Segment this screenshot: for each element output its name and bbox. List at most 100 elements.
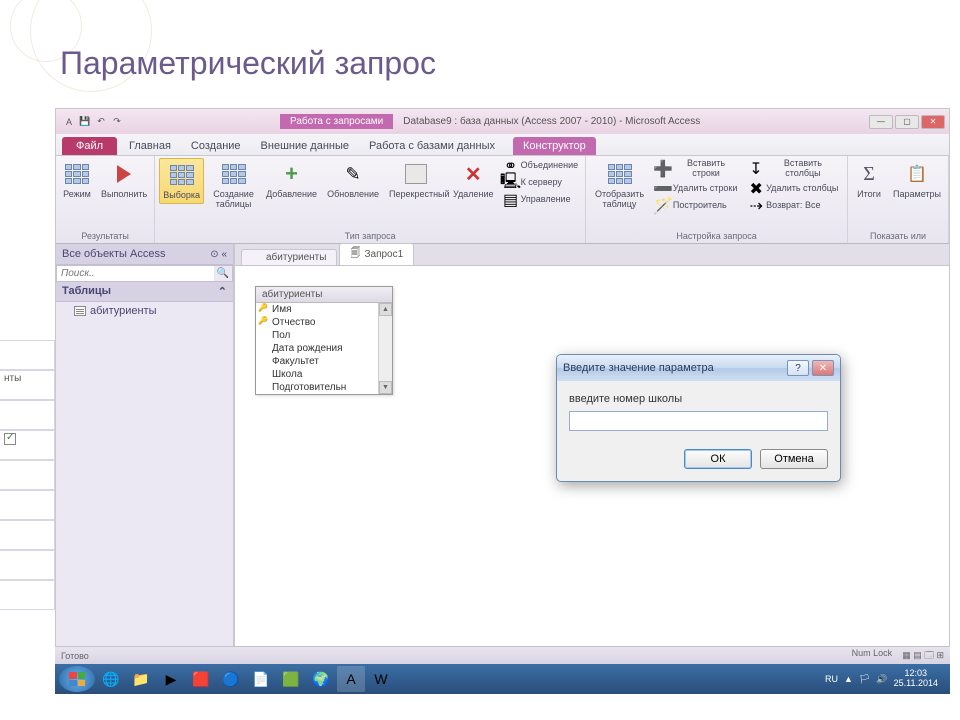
redo-icon[interactable]: ↷	[110, 115, 124, 129]
tab-external[interactable]: Внешние данные	[251, 137, 359, 155]
minimize-icon[interactable]: —	[869, 115, 893, 129]
view-button[interactable]: Режим	[60, 158, 94, 202]
crosstab-button[interactable]: Перекрестный	[386, 158, 446, 202]
windows-icon	[69, 672, 85, 686]
windows-taskbar: 🌐 📁 ▶ 🟥 🔵 📄 🟩 🌍 A W RU ▲ 🏳 🔊 12:03 25.11…	[55, 664, 950, 694]
app3-icon[interactable]: 🟩	[277, 666, 305, 692]
lang-indicator[interactable]: RU	[825, 674, 838, 684]
run-button[interactable]: Выполнить	[98, 158, 150, 202]
media-icon[interactable]: ▶	[157, 666, 185, 692]
delete-query-button[interactable]: ✕ Удаление	[450, 158, 497, 202]
maketable-button[interactable]: Создание таблицы	[208, 158, 259, 212]
insert-row-icon: ➕	[656, 162, 670, 176]
tab-create[interactable]: Создание	[181, 137, 251, 155]
field-row[interactable]: Пол	[256, 329, 392, 342]
scroll-up-icon[interactable]: ▲	[379, 303, 392, 316]
volume-icon[interactable]: 🔊	[876, 674, 887, 685]
navpane-search: 🔍	[56, 265, 233, 282]
chrome-icon[interactable]: 🔵	[217, 666, 245, 692]
word-task-icon[interactable]: W	[367, 666, 395, 692]
quick-access-toolbar: A 💾 ↶ ↷	[56, 115, 130, 129]
field-row[interactable]: Дата рождения	[256, 342, 392, 355]
showtable-button[interactable]: Отобразить таблицу	[590, 158, 649, 212]
delete-col-icon: ✖	[749, 182, 763, 196]
sql-icon: ▤	[504, 193, 518, 207]
tab-dbtools[interactable]: Работа с базами данных	[359, 137, 505, 155]
field-row[interactable]: Школа	[256, 368, 392, 381]
close-icon[interactable]: ✕	[921, 115, 945, 129]
doctab-zapros1[interactable]: 🗐Запрос1	[339, 243, 414, 265]
app-icon[interactable]: 🟥	[187, 666, 215, 692]
scroll-down-icon[interactable]: ▼	[379, 381, 392, 394]
deletecols-button[interactable]: ✖Удалить столбцы	[746, 181, 843, 197]
parameters-button[interactable]: 📋 Параметры	[890, 158, 944, 202]
sigma-icon: Σ	[863, 163, 875, 186]
field-row[interactable]: Отчество	[256, 316, 392, 329]
search-icon[interactable]: 🔍	[214, 266, 232, 281]
totals-button[interactable]: Σ Итоги	[852, 158, 886, 202]
flag-icon[interactable]: 🏳	[859, 674, 870, 685]
group-setup-label: Настройка запроса	[590, 229, 843, 243]
query-icon: 🗐	[350, 246, 360, 263]
dialog-prompt: введите номер школы	[569, 393, 828, 405]
table-fieldlist[interactable]: абитуриенты Имя Отчество Пол Дата рожден…	[255, 286, 393, 395]
view-switcher[interactable]: ▦ ▤ 🗔 ⊞	[902, 648, 944, 664]
crosstab-icon	[405, 164, 427, 184]
group-results-label: Результаты	[60, 229, 150, 243]
tab-home[interactable]: Главная	[119, 137, 181, 155]
dialog-titlebar[interactable]: Введите значение параметра ? ✕	[557, 355, 840, 381]
help-icon[interactable]: ?	[787, 360, 809, 376]
field-row[interactable]: Имя	[256, 303, 392, 316]
delete-row-icon: ➖	[656, 182, 670, 196]
access-window: A 💾 ↶ ↷ Работа с запросами Database9 : б…	[55, 108, 950, 648]
cancel-button[interactable]: Отмена	[760, 449, 828, 469]
start-button[interactable]	[59, 666, 95, 692]
save-icon[interactable]: 💾	[78, 115, 92, 129]
explorer-icon[interactable]: 📁	[127, 666, 155, 692]
collapse-icon[interactable]: ⊙ «	[210, 249, 227, 260]
update-button[interactable]: ✎ Обновление	[324, 158, 382, 202]
status-text: Готово	[61, 651, 89, 661]
navgroup-tables[interactable]: Таблицы⌃	[56, 282, 233, 302]
scrollbar[interactable]: ▲ ▼	[378, 303, 392, 394]
system-tray: RU ▲ 🏳 🔊 12:03 25.11.2014	[825, 669, 946, 689]
maximize-icon[interactable]: ▢	[895, 115, 919, 129]
document-tabs: абитуриенты 🗐Запрос1	[235, 244, 949, 266]
insertrows-button[interactable]: ➕Вставить строки	[653, 158, 742, 180]
tab-file[interactable]: Файл	[62, 137, 117, 155]
parameter-input[interactable]	[569, 411, 828, 431]
return-icon: ⇢	[749, 199, 763, 213]
passthrough-button[interactable]: 🖳К серверу	[501, 175, 582, 191]
delete-icon: ✕	[465, 162, 482, 187]
return-combo[interactable]: ⇢Возврат: Все	[746, 198, 843, 214]
app2-icon[interactable]: 📄	[247, 666, 275, 692]
nav-item-abiturienty[interactable]: абитуриенты	[56, 302, 233, 320]
select-query-button[interactable]: Выборка	[159, 158, 204, 204]
chevron-up-icon: ⌃	[218, 285, 227, 298]
navigation-pane: Все объекты Access ⊙ « 🔍 Таблицы⌃ абитур…	[56, 244, 234, 647]
tablebox-title: абитуриенты	[256, 287, 392, 303]
ok-button[interactable]: ОК	[684, 449, 752, 469]
field-row[interactable]: Подготовительн	[256, 381, 392, 394]
ie-icon[interactable]: 🌐	[97, 666, 125, 692]
search-input[interactable]	[57, 266, 214, 281]
params-icon: 📋	[903, 160, 931, 188]
left-grid-fragment: нты	[0, 340, 55, 610]
field-row[interactable]: Факультет	[256, 355, 392, 368]
clock[interactable]: 12:03 25.11.2014	[894, 669, 938, 689]
doctab-abiturienty[interactable]: абитуриенты	[241, 249, 337, 265]
undo-icon[interactable]: ↶	[94, 115, 108, 129]
tab-design[interactable]: Конструктор	[513, 137, 596, 155]
contextual-tab-label: Работа с запросами	[280, 114, 393, 129]
tray-icon[interactable]: ▲	[844, 674, 853, 684]
builder-button[interactable]: 🪄Построитель	[653, 198, 742, 214]
insertcols-button[interactable]: ↧Вставить столбцы	[746, 158, 843, 180]
showtable-icon	[608, 164, 632, 184]
navpane-header[interactable]: Все объекты Access ⊙ «	[56, 244, 233, 265]
append-button[interactable]: + Добавление	[263, 158, 320, 202]
dialog-close-icon[interactable]: ✕	[812, 360, 834, 376]
app4-icon[interactable]: 🌍	[307, 666, 335, 692]
datadef-button[interactable]: ▤Управление	[501, 192, 582, 208]
deleterows-button[interactable]: ➖Удалить строки	[653, 181, 742, 197]
access-task-icon[interactable]: A	[337, 666, 365, 692]
